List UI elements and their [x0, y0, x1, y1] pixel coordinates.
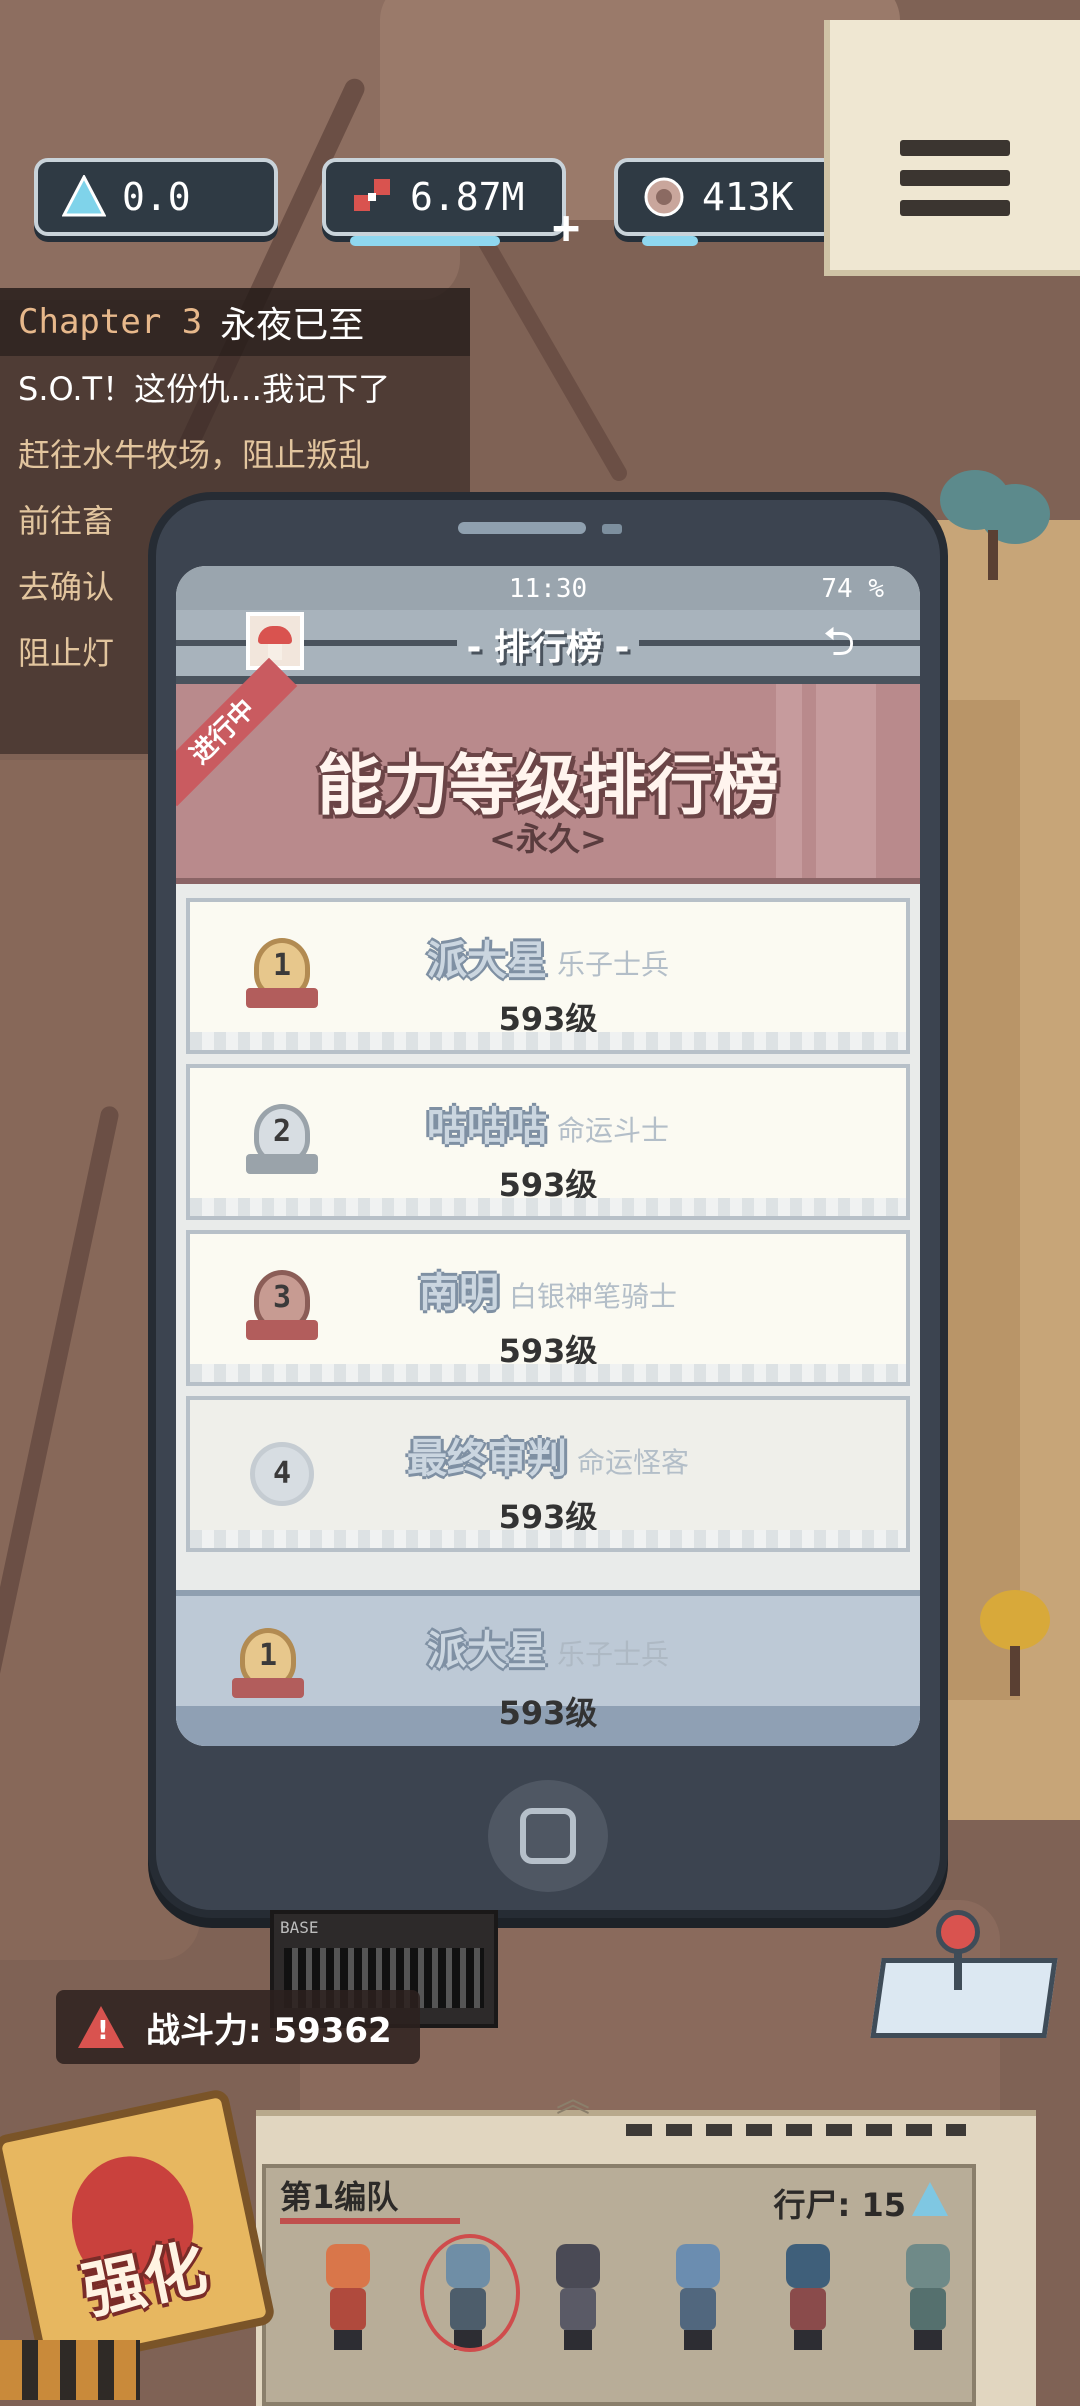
player-level: 593级	[498, 1694, 598, 1732]
team-member[interactable]	[316, 2244, 380, 2354]
player-class: 白银神笔骑士	[508, 1280, 677, 1313]
tree	[980, 1590, 1050, 1700]
rank-row[interactable]: 2 咕咕咕 命运斗士 593级	[186, 1064, 910, 1220]
expand-up-icon[interactable]: ︽	[556, 2072, 616, 2120]
player-class: 乐子士兵	[556, 1638, 669, 1671]
player-class: 命运斗士	[556, 1114, 669, 1147]
rock-crack	[466, 216, 630, 484]
quest-item[interactable]: 赶往水牛牧场，阻止叛乱	[0, 422, 470, 488]
player-name: 派大星	[426, 938, 547, 984]
page-title: - 排行榜 -	[456, 627, 640, 668]
coin-value: 413K	[702, 175, 794, 219]
coin-progress-bar	[642, 236, 699, 246]
status-battery: 74 %	[821, 574, 884, 604]
player-name: 最终审判	[406, 1436, 567, 1482]
base-sign-label: BASE	[280, 1918, 319, 1937]
map-icon	[870, 1958, 1058, 2038]
rank-list[interactable]: 1 派大星 乐子士兵 593级 2 咕咕咕 命运斗士 593级 3 南明 白银神…	[176, 884, 920, 1552]
main-menu-button[interactable]	[824, 20, 1080, 276]
team-panel[interactable]: ︽ 第1编队 行尸: 15	[256, 2080, 1036, 2406]
crystal-icon	[62, 175, 106, 217]
player-class: 乐子士兵	[556, 948, 669, 981]
status-bar: 11:30 74 %	[176, 566, 920, 610]
leaderboard-banner: 进行中 能力等级排行榜 <永久>	[176, 657, 920, 884]
team-member[interactable]	[776, 2244, 840, 2354]
player-class: 命运怪客	[576, 1446, 689, 1479]
dirt-road	[940, 700, 1020, 1700]
tree	[940, 470, 1050, 580]
chapter-label: Chapter 3	[18, 302, 203, 342]
quest-item[interactable]: S.O.T！这份仇…我记下了	[0, 356, 470, 422]
player-name: 南明	[418, 1270, 499, 1316]
team-name: 第1编队	[280, 2178, 399, 2216]
combat-power-display: ! 战斗力: 59362	[56, 1990, 420, 2064]
phone-camera	[602, 524, 622, 534]
rank-row[interactable]: 4 最终审判 命运怪客 593级	[186, 1396, 910, 1552]
team-member[interactable]	[896, 2244, 960, 2354]
warning-icon: !	[78, 2006, 124, 2048]
crystal-icon	[912, 2182, 948, 2216]
phone-screen: 11:30 74 % - 排行榜 - ⮌ 进行中 能力等级排行榜 <永久> 1	[176, 566, 920, 1746]
back-arrow-icon[interactable]: ⮌	[804, 622, 874, 662]
hazard-stripe	[0, 2340, 140, 2400]
crystal-counter[interactable]: 0.0	[34, 158, 278, 236]
phone-leaderboard-dialog: 11:30 74 % - 排行榜 - ⮌ 进行中 能力等级排行榜 <永久> 1	[148, 492, 948, 1918]
chapter-name: 永夜已至	[220, 305, 365, 346]
menu-icon	[900, 140, 1010, 156]
rank-row[interactable]: 3 南明 白银神笔骑士 593级	[186, 1230, 910, 1386]
player-name: 咕咕咕	[426, 1104, 547, 1150]
leaderboard-period: <永久>	[489, 820, 607, 858]
map-pin-icon	[936, 1910, 980, 1954]
resource-icon	[354, 179, 390, 211]
home-square-icon	[520, 1808, 576, 1864]
resource-progress-bar	[350, 236, 501, 246]
resource-counter[interactable]: 6.87M +	[322, 158, 580, 254]
walker-count: 行尸: 15	[773, 2186, 906, 2224]
status-time: 11:30	[508, 574, 588, 604]
player-name: 派大星	[426, 1628, 547, 1674]
leaderboard-titlebar: - 排行榜 - ⮌	[176, 610, 920, 684]
team-member-selected[interactable]	[420, 2234, 520, 2354]
team-member[interactable]	[666, 2244, 730, 2354]
upgrade-button[interactable]: 强化	[0, 2087, 277, 2373]
my-rank-row[interactable]: 1 派大星 乐子士兵 593级	[176, 1590, 920, 1746]
rank-row[interactable]: 1 派大星 乐子士兵 593级	[186, 898, 910, 1054]
world-map-button[interactable]	[870, 1906, 1058, 2038]
team-member[interactable]	[546, 2244, 610, 2354]
phone-home-button[interactable]	[488, 1780, 608, 1892]
resource-value: 6.87M	[410, 175, 525, 219]
quest-chapter-header: Chapter 3 永夜已至	[0, 288, 470, 356]
add-resource-icon[interactable]: +	[552, 200, 580, 254]
phone-speaker	[458, 522, 586, 534]
combat-power-label: 战斗力: 59362	[146, 2010, 392, 2051]
coin-counter[interactable]: 413K +	[614, 158, 872, 254]
crystal-value: 0.0	[122, 175, 191, 219]
coin-icon	[644, 177, 684, 217]
